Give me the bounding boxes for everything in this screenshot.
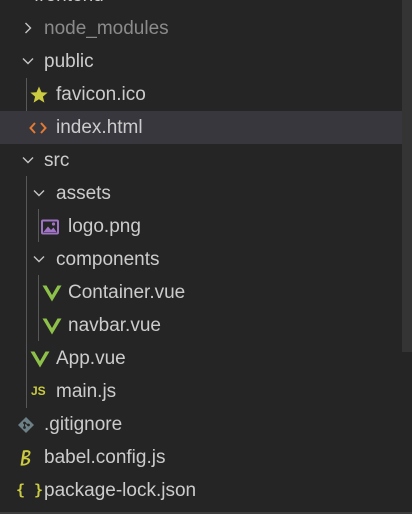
tree-label: main.js bbox=[56, 381, 117, 402]
vertical-scrollbar[interactable] bbox=[402, 0, 412, 352]
javascript-icon: JS bbox=[31, 384, 46, 398]
tree-file-favicon[interactable]: favicon.ico bbox=[0, 78, 402, 111]
tree-label: assets bbox=[56, 183, 111, 204]
vue-icon bbox=[42, 318, 62, 335]
tree-label: Container.vue bbox=[68, 282, 186, 303]
tree-file-gitignore[interactable]: .gitignore bbox=[0, 408, 402, 441]
tree-folder-components[interactable]: components bbox=[0, 243, 402, 276]
vue-icon bbox=[42, 285, 62, 302]
json-icon: { } bbox=[16, 481, 44, 499]
tree-label: components bbox=[56, 249, 160, 270]
tree-label: public bbox=[44, 51, 94, 72]
tree-label: App.vue bbox=[56, 348, 126, 369]
star-icon bbox=[30, 86, 48, 103]
vue-icon bbox=[30, 351, 50, 368]
chevron-down-icon bbox=[33, 190, 45, 197]
chevron-down-icon bbox=[22, 157, 34, 164]
tree-folder-assets[interactable]: assets bbox=[0, 177, 402, 210]
tree-label: package-lock.json bbox=[44, 480, 197, 501]
tree-label: babel.config.js bbox=[44, 447, 166, 468]
folder-frontend-partial[interactable]: frontend bbox=[34, 0, 104, 6]
tree-label: favicon.ico bbox=[56, 84, 146, 105]
tree-folder-node-modules[interactable]: node_modules bbox=[0, 12, 402, 45]
chevron-down-icon bbox=[22, 58, 34, 65]
tree-label: navbar.vue bbox=[68, 315, 161, 336]
tree-file-app-vue[interactable]: App.vue bbox=[0, 342, 402, 375]
file-explorer: frontend node_modules public favicon.ico… bbox=[0, 0, 412, 514]
tree-folder-public[interactable]: public bbox=[0, 45, 402, 78]
git-icon bbox=[18, 417, 34, 433]
tree-label: .gitignore bbox=[44, 414, 123, 435]
tree-file-logo-png[interactable]: logo.png bbox=[0, 210, 402, 243]
image-icon bbox=[41, 219, 59, 235]
tree-label: src bbox=[44, 150, 70, 171]
tree-folder-src[interactable]: src bbox=[0, 144, 402, 177]
chevron-down-icon bbox=[33, 256, 45, 263]
tree-file-main-js[interactable]: JS main.js bbox=[0, 375, 402, 408]
tree-label: index.html bbox=[56, 117, 143, 138]
tree-file-container-vue[interactable]: Container.vue bbox=[0, 276, 402, 309]
babel-icon bbox=[20, 450, 31, 466]
chevron-right-icon bbox=[25, 22, 32, 34]
tree-file-navbar-vue[interactable]: navbar.vue bbox=[0, 309, 402, 342]
tree-file-babel-config[interactable]: babel.config.js bbox=[0, 441, 402, 474]
tree-label: node_modules bbox=[44, 18, 169, 39]
tree-label: logo.png bbox=[68, 216, 141, 237]
html-code-icon bbox=[29, 122, 47, 134]
tree-file-index-html[interactable]: index.html bbox=[0, 111, 402, 144]
tree-file-package-lock[interactable]: { } package-lock.json bbox=[0, 474, 402, 507]
